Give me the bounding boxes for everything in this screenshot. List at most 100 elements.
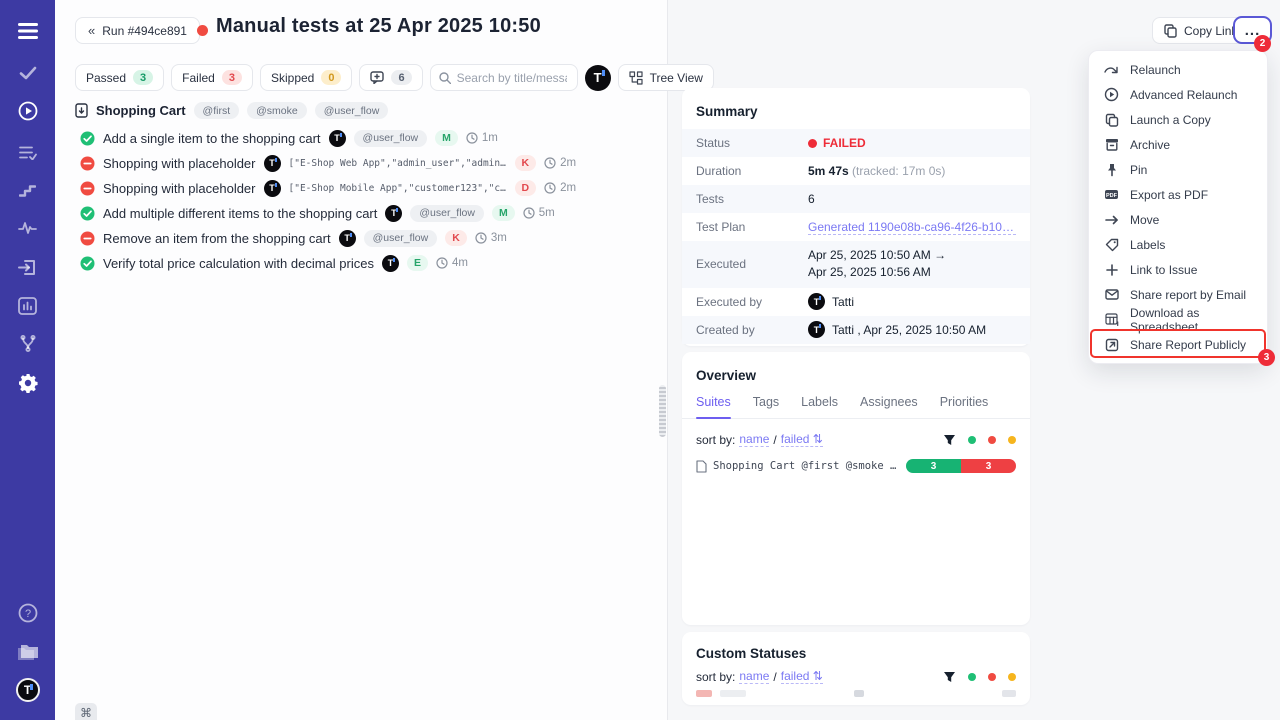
- import-icon[interactable]: [0, 255, 55, 279]
- hamburger-menu-icon[interactable]: [0, 19, 55, 43]
- run-status-failed-dot: [197, 25, 208, 36]
- tab-priorities[interactable]: Priorities: [940, 395, 989, 418]
- sort-separator: /: [773, 433, 776, 447]
- sort-by-label: sort by:: [696, 670, 735, 684]
- menu-item-download-spreadsheet[interactable]: Download as Spreadsheet: [1089, 307, 1267, 332]
- back-to-run-button[interactable]: « Run #494ce891: [75, 17, 200, 44]
- menu-item-link-issue[interactable]: Link to Issue: [1089, 257, 1267, 282]
- test-row[interactable]: Verify total price calculation with deci…: [80, 252, 468, 274]
- comments-filter-button[interactable]: 6: [359, 64, 422, 91]
- tab-suites[interactable]: Suites: [696, 395, 731, 418]
- test-plan-link[interactable]: Generated 1190e08b-ca96-4f26-b10f-d6dc..…: [808, 220, 1016, 235]
- menu-item-label: Share Report Publicly: [1130, 338, 1246, 352]
- runs-play-icon[interactable]: [0, 99, 55, 123]
- failed-legend-dot[interactable]: [988, 673, 996, 681]
- sort-failed-link[interactable]: failed ⇅: [781, 669, 823, 684]
- settings-gear-icon[interactable]: [0, 371, 55, 395]
- suite-tag[interactable]: @user_flow: [315, 102, 389, 119]
- test-tag[interactable]: @user_flow: [410, 205, 484, 222]
- move-icon: [1104, 212, 1119, 227]
- panel-scrollbar[interactable]: [659, 385, 666, 437]
- executed-label: Executed: [696, 257, 808, 271]
- testomat-logo-button[interactable]: T: [585, 65, 611, 91]
- duration-tracked: (tracked: 17m 0s): [852, 164, 945, 178]
- user-avatar[interactable]: T: [0, 678, 55, 702]
- branch-icon[interactable]: [0, 332, 55, 356]
- assignee-badge: E: [407, 255, 428, 271]
- test-row[interactable]: Add a single item to the shopping cart T…: [80, 127, 498, 149]
- advanced-relaunch-icon: [1104, 87, 1119, 102]
- menu-item-share-email[interactable]: Share report by Email: [1089, 282, 1267, 307]
- failed-icon: [80, 231, 95, 246]
- analytics-icon[interactable]: [0, 294, 55, 318]
- activity-pulse-icon[interactable]: [0, 216, 55, 240]
- skipped-count-badge: 0: [321, 70, 341, 85]
- projects-folder-icon[interactable]: [0, 640, 55, 664]
- tab-assignees[interactable]: Assignees: [860, 395, 918, 418]
- labels-icon: [1104, 237, 1119, 252]
- test-row[interactable]: Shopping with placeholder T ["E-Shop Mob…: [80, 177, 576, 199]
- tab-labels[interactable]: Labels: [801, 395, 838, 418]
- clipped-status-row: [682, 688, 1030, 699]
- executor-avatar: T: [808, 293, 825, 310]
- sort-name-link[interactable]: name: [739, 432, 769, 447]
- suite-header[interactable]: Shopping Cart @first @smoke @user_flow: [75, 102, 388, 119]
- menu-item-relaunch[interactable]: Relaunch: [1089, 57, 1267, 82]
- menu-item-archive[interactable]: Archive: [1089, 132, 1267, 157]
- passed-icon: [80, 256, 95, 271]
- suite-tag[interactable]: @first: [194, 102, 240, 119]
- suite-name: Shopping Cart: [96, 103, 186, 118]
- test-row[interactable]: Remove an item from the shopping cart T …: [80, 227, 507, 249]
- help-icon[interactable]: ?: [0, 601, 55, 625]
- tree-view-button[interactable]: Tree View: [618, 64, 714, 91]
- passed-legend-dot[interactable]: [968, 673, 976, 681]
- passed-icon: [80, 206, 95, 221]
- tests-label: Tests: [696, 192, 808, 206]
- filter-funnel-icon[interactable]: [943, 434, 956, 446]
- sort-separator: /: [773, 670, 776, 684]
- menu-item-export-pdf[interactable]: PDF Export as PDF: [1089, 182, 1267, 207]
- test-plans-icon[interactable]: [0, 140, 55, 164]
- menu-item-share-publicly[interactable]: Share Report Publicly: [1089, 332, 1267, 357]
- menu-item-label: Advanced Relaunch: [1130, 88, 1237, 102]
- tests-check-icon[interactable]: [0, 61, 55, 85]
- test-duration: 5m: [539, 207, 555, 219]
- failed-count-badge: 3: [222, 70, 242, 85]
- failed-label: Failed: [182, 71, 215, 85]
- filter-failed-button[interactable]: Failed 3: [171, 64, 253, 91]
- tests-value: 6: [808, 192, 815, 206]
- clock-icon: [544, 157, 556, 169]
- test-tag[interactable]: @user_flow: [354, 130, 428, 147]
- menu-item-pin[interactable]: Pin: [1089, 157, 1267, 182]
- test-duration: 1m: [482, 132, 498, 144]
- failed-status-dot: [808, 139, 817, 148]
- export-pdf-icon: PDF: [1104, 187, 1119, 202]
- share-email-icon: [1104, 287, 1119, 302]
- suite-result-bar[interactable]: 3 3: [906, 459, 1016, 473]
- skipped-legend-dot[interactable]: [1008, 436, 1016, 444]
- menu-item-move[interactable]: Move: [1089, 207, 1267, 232]
- steps-icon[interactable]: [0, 177, 55, 201]
- status-label: Status: [696, 136, 808, 150]
- skipped-legend-dot[interactable]: [1008, 673, 1016, 681]
- passed-legend-dot[interactable]: [968, 436, 976, 444]
- test-row[interactable]: Shopping with placeholder T ["E-Shop Web…: [80, 152, 576, 174]
- search-input[interactable]: [457, 71, 567, 85]
- filter-funnel-icon[interactable]: [943, 671, 956, 683]
- failed-legend-dot[interactable]: [988, 436, 996, 444]
- clipped-mark: [854, 690, 864, 697]
- menu-item-launch-copy[interactable]: Launch a Copy: [1089, 107, 1267, 132]
- menu-item-advanced-relaunch[interactable]: Advanced Relaunch: [1089, 82, 1267, 107]
- filter-passed-button[interactable]: Passed 3: [75, 64, 164, 91]
- assignee-badge: D: [515, 180, 537, 196]
- suite-tag[interactable]: @smoke: [247, 102, 307, 119]
- filter-skipped-button[interactable]: Skipped 0: [260, 64, 353, 91]
- overview-suite-row[interactable]: Shopping Cart @first @smoke … 3 3: [682, 453, 1030, 479]
- tab-tags[interactable]: Tags: [753, 395, 779, 418]
- sort-name-link[interactable]: name: [739, 669, 769, 684]
- sort-failed-link[interactable]: failed ⇅: [781, 432, 823, 447]
- test-row[interactable]: Add multiple different items to the shop…: [80, 202, 555, 224]
- menu-item-labels[interactable]: Labels: [1089, 232, 1267, 257]
- summary-row-plan: Test Plan Generated 1190e08b-ca96-4f26-b…: [682, 213, 1030, 241]
- test-tag[interactable]: @user_flow: [364, 230, 438, 247]
